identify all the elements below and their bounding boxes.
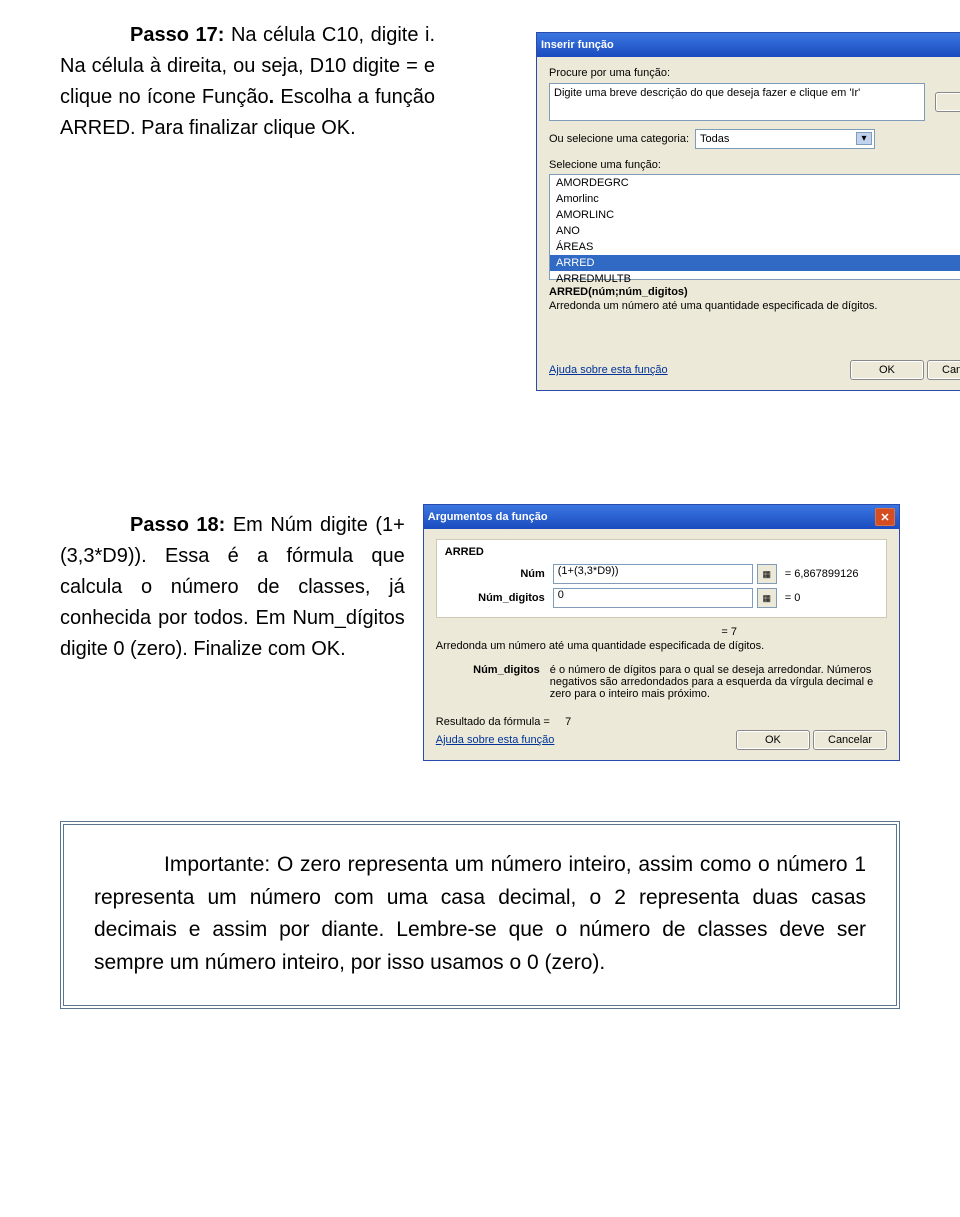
list-item-selected[interactable]: ARRED [550, 255, 960, 271]
function-arguments-dialog: Argumentos da função ✕ ARRED Núm (1+(3,3… [423, 504, 900, 761]
ok-button[interactable]: OK [850, 360, 924, 380]
search-label: Procure por uma função: [549, 67, 960, 79]
select-function-label: Selecione uma função: [549, 159, 960, 171]
category-select[interactable]: Todas [695, 129, 875, 149]
dialog-titlebar[interactable]: Argumentos da função ✕ [424, 505, 899, 529]
function-listbox[interactable]: AMORDEGRC Amorlinc AMORLINC ANO ÁREAS AR… [549, 174, 960, 280]
go-button[interactable]: Ir [935, 92, 960, 112]
list-item[interactable]: ÁREAS [550, 239, 960, 255]
arg-num-label: Núm [445, 568, 553, 580]
paragraph-step18: Passo 18: Em Núm digite (1+(3,3*D9)). Es… [60, 510, 405, 665]
arg-num-result: = 6,867899126 [785, 568, 859, 580]
arg-help-name: Núm_digitos [436, 664, 540, 700]
insert-function-dialog: Inserir função ? ✕ Procure por uma funçã… [536, 32, 960, 391]
current-function: ARRED [445, 546, 878, 558]
arg-num-input[interactable]: (1+(3,3*D9)) [553, 564, 753, 584]
cancel-button[interactable]: Cancelar [813, 730, 887, 750]
arg-digits-label: Núm_digitos [445, 592, 553, 604]
list-item[interactable]: Amorlinc [550, 191, 960, 207]
function-description: Arredonda um número até uma quantidade e… [436, 640, 887, 652]
ok-button[interactable]: OK [736, 730, 810, 750]
function-signature: ARRED(núm;núm_digitos) [549, 286, 960, 298]
arg-digits-input[interactable]: 0 [553, 588, 753, 608]
range-select-icon[interactable]: ▦ [757, 588, 777, 608]
close-icon[interactable]: ✕ [875, 508, 895, 526]
cancel-button[interactable]: Cancelar [927, 360, 960, 380]
dialog-title: Inserir função [541, 39, 614, 51]
list-item[interactable]: AMORDEGRC [550, 175, 960, 191]
dialog-titlebar[interactable]: Inserir função ? ✕ [537, 33, 960, 57]
result-label: Resultado da fórmula = [436, 716, 550, 728]
step17-label: Passo 17: [130, 24, 224, 46]
category-label: Ou selecione uma categoria: [549, 133, 689, 145]
step18-label: Passo 18: [130, 514, 225, 536]
function-description: Arredonda um número até uma quantidade e… [549, 300, 960, 312]
search-input[interactable]: Digite uma breve descrição do que deseja… [549, 83, 925, 121]
help-link[interactable]: Ajuda sobre esta função [436, 734, 555, 746]
paragraph-step17: Passo 17: Na célula C10, digite i. Na cé… [60, 20, 435, 144]
dialog-title: Argumentos da função [428, 511, 548, 523]
note-text: Importante: O zero representa um número … [94, 849, 866, 979]
step18-text: Em Núm digite (1+(3,3*D9)). Essa é a fór… [60, 514, 405, 660]
help-link[interactable]: Ajuda sobre esta função [549, 364, 668, 376]
list-item[interactable]: ANO [550, 223, 960, 239]
arg-digits-result: = 0 [785, 592, 801, 604]
list-item[interactable]: ARREDMULTB [550, 271, 960, 287]
range-select-icon[interactable]: ▦ [757, 564, 777, 584]
result-value: 7 [565, 716, 571, 728]
arg-help-text: é o número de dígitos para o qual se des… [550, 664, 887, 700]
list-item[interactable]: AMORLINC [550, 207, 960, 223]
preview-result: = 7 [436, 626, 887, 638]
important-note-box: Importante: O zero representa um número … [60, 821, 900, 1009]
